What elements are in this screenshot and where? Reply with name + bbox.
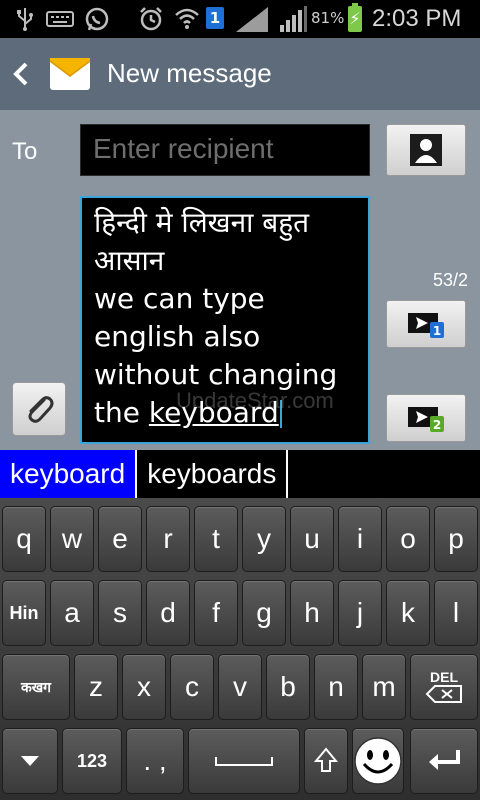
key-hindi-script[interactable]: कखग bbox=[2, 654, 70, 720]
key-x[interactable]: x bbox=[122, 654, 166, 720]
key-m[interactable]: m bbox=[362, 654, 406, 720]
message-line: आसान bbox=[94, 244, 165, 277]
key-f[interactable]: f bbox=[194, 580, 238, 646]
send-sim1-icon: 1 bbox=[408, 313, 444, 338]
app-header: New message bbox=[0, 38, 480, 110]
key-d[interactable]: d bbox=[146, 580, 190, 646]
hide-keyboard-key[interactable] bbox=[2, 728, 58, 794]
key-q[interactable]: q bbox=[2, 506, 46, 572]
key-g[interactable]: g bbox=[242, 580, 286, 646]
keyboard: q w e r t y u i o p Hin a s d f g h j k … bbox=[0, 498, 480, 800]
key-b[interactable]: b bbox=[266, 654, 310, 720]
key-l[interactable]: l bbox=[434, 580, 478, 646]
smiley-icon bbox=[354, 737, 402, 785]
key-space[interactable] bbox=[188, 728, 300, 794]
key-c[interactable]: c bbox=[170, 654, 214, 720]
key-delete[interactable]: DEL bbox=[410, 654, 478, 720]
key-z[interactable]: z bbox=[74, 654, 118, 720]
to-label: To bbox=[12, 138, 38, 165]
chevron-down-icon bbox=[21, 756, 39, 766]
contact-icon bbox=[410, 134, 442, 166]
enter-icon bbox=[429, 750, 460, 770]
char-counter: 53/2 bbox=[432, 270, 468, 290]
page-title: New message bbox=[107, 58, 272, 88]
backspace-icon bbox=[425, 685, 462, 703]
message-line-last: the keyboard bbox=[94, 394, 356, 432]
key-e[interactable]: e bbox=[98, 506, 142, 572]
message-text: the bbox=[94, 396, 149, 429]
key-p[interactable]: p bbox=[434, 506, 478, 572]
message-line: without changing bbox=[94, 358, 338, 391]
key-h[interactable]: h bbox=[290, 580, 334, 646]
attach-button[interactable] bbox=[12, 382, 66, 436]
message-line: we can type bbox=[94, 282, 265, 315]
keyboard-icon bbox=[46, 6, 74, 32]
battery-percent: 81% bbox=[311, 9, 345, 27]
message-line: हिन्दी मे लिखना बहुत bbox=[94, 206, 310, 239]
whatsapp-icon bbox=[84, 6, 110, 32]
key-r[interactable]: r bbox=[146, 506, 190, 572]
space-icon bbox=[215, 757, 273, 766]
battery-charging-icon: ⚡ bbox=[348, 3, 362, 32]
message-input[interactable]: हिन्दी मे लिखना बहुत आसान we can type en… bbox=[80, 196, 370, 444]
key-o[interactable]: o bbox=[386, 506, 430, 572]
key-hindi-toggle[interactable]: Hin bbox=[2, 580, 46, 646]
back-icon[interactable] bbox=[10, 60, 32, 88]
key-u[interactable]: u bbox=[290, 506, 334, 572]
delete-label: DEL bbox=[430, 669, 458, 685]
usb-icon bbox=[14, 6, 36, 32]
contacts-button[interactable] bbox=[386, 124, 466, 176]
sim-badge: 1 bbox=[206, 7, 224, 29]
message-line: english also bbox=[94, 320, 261, 353]
key-shift[interactable] bbox=[304, 728, 348, 794]
shift-icon bbox=[314, 747, 338, 772]
status-bar: 1 81% ⚡ 2:03 PM bbox=[0, 0, 480, 38]
key-v[interactable]: v bbox=[218, 654, 262, 720]
signal-sim1-icon bbox=[234, 6, 270, 32]
key-k[interactable]: k bbox=[386, 580, 430, 646]
clock: 2:03 PM bbox=[372, 5, 462, 32]
composing-word: keyboard bbox=[148, 396, 279, 429]
send-sim1-button[interactable]: 1 bbox=[386, 300, 466, 348]
key-s[interactable]: s bbox=[98, 580, 142, 646]
key-w[interactable]: w bbox=[50, 506, 94, 572]
key-j[interactable]: j bbox=[338, 580, 382, 646]
key-numbers[interactable]: 123 bbox=[62, 728, 122, 794]
key-emoji[interactable] bbox=[352, 728, 404, 794]
suggestion-item[interactable]: keyboards bbox=[137, 450, 289, 498]
compose-area: To Enter recipient हिन्दी मे लिखना बहुत … bbox=[0, 110, 480, 450]
send-sim2-icon: 2 bbox=[408, 407, 444, 432]
sim1-number: 1 bbox=[433, 324, 441, 338]
key-t[interactable]: t bbox=[194, 506, 238, 572]
send-sim2-button[interactable]: 2 bbox=[386, 394, 466, 442]
sim2-number: 2 bbox=[433, 418, 441, 432]
key-a[interactable]: a bbox=[50, 580, 94, 646]
key-i[interactable]: i bbox=[338, 506, 382, 572]
messaging-app-icon bbox=[48, 52, 92, 96]
paperclip-icon bbox=[28, 396, 54, 423]
key-y[interactable]: y bbox=[242, 506, 286, 572]
suggestion-item[interactable]: keyboard bbox=[0, 450, 138, 498]
key-enter[interactable] bbox=[410, 728, 478, 794]
key-punctuation[interactable]: . , bbox=[126, 728, 184, 794]
suggestion-bar: keyboard keyboards bbox=[0, 450, 480, 498]
text-cursor bbox=[279, 400, 282, 428]
signal-sim2-icon bbox=[278, 6, 308, 32]
key-n[interactable]: n bbox=[314, 654, 358, 720]
wifi-icon bbox=[174, 6, 200, 32]
alarm-icon bbox=[138, 6, 164, 32]
recipient-input[interactable]: Enter recipient bbox=[80, 124, 370, 176]
